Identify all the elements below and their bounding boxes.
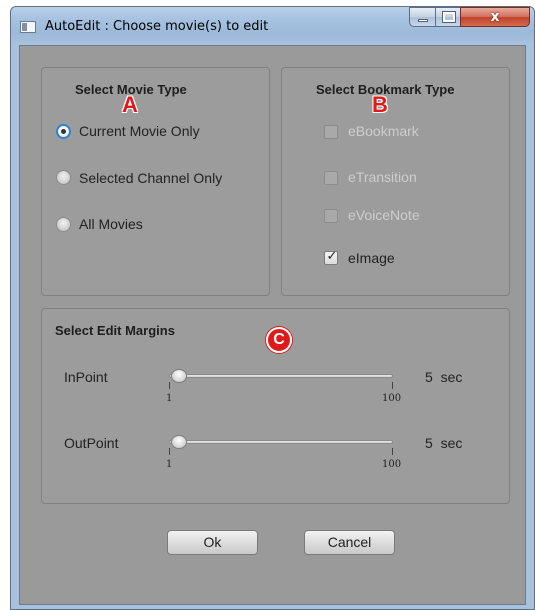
dialog-content: Select Movie Type A Current Movie Only S… bbox=[19, 45, 526, 605]
window-controls: x bbox=[409, 7, 530, 27]
radio-current-movie-label[interactable]: Current Movie Only bbox=[79, 123, 200, 139]
close-icon: x bbox=[490, 9, 500, 25]
checkbox-eimage[interactable]: ✓ bbox=[324, 249, 338, 265]
background-strip bbox=[0, 205, 10, 610]
radio-selected-channel[interactable] bbox=[56, 170, 71, 185]
radio-all-movies[interactable] bbox=[56, 217, 71, 232]
title-bar[interactable]: AutoEdit : Choose movie(s) to edit x bbox=[11, 7, 534, 45]
window-title: AutoEdit : Choose movie(s) to edit bbox=[45, 19, 269, 34]
checkbox-etransition-label: eTransition bbox=[348, 169, 417, 185]
radio-current-movie[interactable] bbox=[56, 124, 71, 139]
checkbox-evoicenote-label: eVoiceNote bbox=[348, 207, 420, 223]
checkbox-etransition bbox=[324, 171, 338, 185]
checkbox-evoicenote bbox=[324, 209, 338, 223]
inpoint-label: InPoint bbox=[64, 369, 108, 385]
edit-margins-title: Select Edit Margins bbox=[55, 323, 175, 338]
outpoint-tick-max bbox=[392, 448, 393, 455]
inpoint-slider-knob[interactable] bbox=[171, 369, 187, 383]
inpoint-slider-track[interactable] bbox=[169, 374, 393, 378]
maximize-button[interactable] bbox=[435, 7, 461, 27]
app-icon bbox=[20, 21, 36, 33]
marker-b: B bbox=[372, 92, 388, 117]
ok-button[interactable]: Ok bbox=[167, 530, 258, 555]
inpoint-min-label: 1 bbox=[166, 393, 173, 404]
minimize-icon bbox=[418, 19, 428, 22]
inpoint-max-label: 100 bbox=[382, 393, 402, 404]
outpoint-value: 5 sec bbox=[425, 435, 463, 451]
bookmark-type-panel: Select Bookmark Type B eBookmark eTransi… bbox=[281, 67, 510, 296]
movie-type-panel: Select Movie Type A Current Movie Only S… bbox=[41, 67, 270, 296]
checkbox-eimage-label[interactable]: eImage bbox=[348, 250, 395, 266]
checkbox-ebookmark-label: eBookmark bbox=[348, 123, 419, 139]
radio-selected-channel-label[interactable]: Selected Channel Only bbox=[79, 170, 222, 186]
marker-c: C bbox=[266, 327, 292, 353]
edit-margins-panel: Select Edit Margins C InPoint 1 100 5 se… bbox=[41, 308, 510, 504]
marker-a: A bbox=[122, 92, 138, 117]
outpoint-label: OutPoint bbox=[64, 435, 119, 451]
cancel-button[interactable]: Cancel bbox=[304, 530, 395, 555]
outpoint-slider-knob[interactable] bbox=[171, 435, 187, 449]
maximize-icon bbox=[442, 11, 456, 23]
minimize-button[interactable] bbox=[409, 7, 436, 27]
checkmark-icon: ✓ bbox=[326, 249, 338, 264]
inpoint-tick-min bbox=[169, 382, 170, 389]
dialog-window: AutoEdit : Choose movie(s) to edit x Sel… bbox=[10, 6, 535, 610]
inpoint-tick-max bbox=[392, 382, 393, 389]
outpoint-slider-track[interactable] bbox=[169, 440, 393, 444]
close-button[interactable]: x bbox=[460, 7, 530, 27]
inpoint-value: 5 sec bbox=[425, 369, 463, 385]
outpoint-min-label: 1 bbox=[166, 459, 173, 470]
outpoint-max-label: 100 bbox=[382, 459, 402, 470]
outpoint-tick-min bbox=[169, 448, 170, 455]
radio-all-movies-label[interactable]: All Movies bbox=[79, 216, 143, 232]
checkbox-ebookmark bbox=[324, 125, 338, 139]
